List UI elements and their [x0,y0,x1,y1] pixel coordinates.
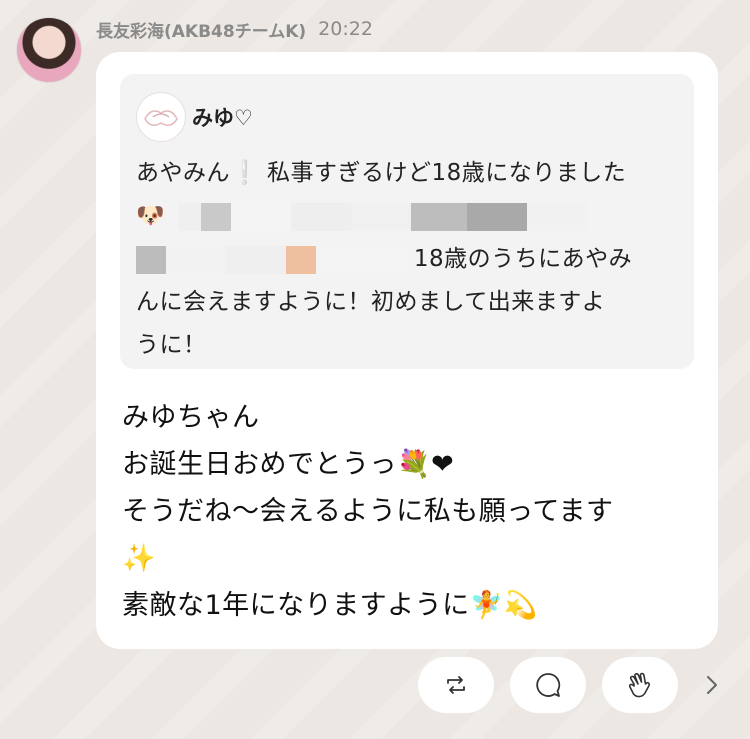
reply-line: そうだね〜会えるように私も願ってます [122,496,614,527]
quoted-line: んに会えますように！初めまして出来ますよ [136,289,606,315]
mosaic-block [230,202,291,231]
quoted-line-redacted: 18歳のうちにあやみ [136,238,684,281]
mosaic-block [166,245,226,274]
mosaic-block [200,202,231,231]
repost-button[interactable] [418,657,494,713]
reply-line: お誕生日おめでとうっ💐❤ [122,449,455,480]
comment-icon [536,673,561,697]
reply-line: ✨ [122,543,157,574]
quoted-line-text: 18歳のうちにあやみ [413,246,633,272]
chevron-right-icon [707,676,717,694]
quoted-avatar-image [144,110,178,126]
mosaic-block [286,245,316,274]
reply-text: みゆちゃん お誕生日おめでとうっ💐❤ そうだね〜会えるように私も願ってます ✨ … [122,394,702,629]
mosaic-block [178,202,201,231]
quoted-line-redacted: 🐶 [136,195,684,238]
mosaic-block [136,245,166,274]
mosaic-block [526,202,587,231]
quoted-avatar [136,92,186,142]
quoted-line: あやみん❕ 私事すぎるけど18歳になりました [136,160,627,186]
repost-icon [447,676,465,694]
mosaic-block [290,202,351,231]
timestamp: 20:22 [318,18,373,40]
reply-line: 素敵な1年になりますように🧚💫 [122,590,538,621]
dog-emoji: 🐶 [136,203,166,229]
message-header: 長友彩海(AKB48チームK) 20:22 [96,16,373,42]
quoted-author-name: みゆ♡ [192,106,253,130]
clap-button[interactable] [602,657,678,713]
avatar[interactable] [16,17,82,83]
more-button[interactable] [700,670,724,700]
comment-button[interactable] [510,657,586,713]
sender-name: 長友彩海(AKB48チームK) [96,21,307,42]
mosaic-block [466,202,527,231]
mosaic-block [350,202,411,231]
clap-icon [628,672,651,698]
quoted-text: あやみん❕ 私事すぎるけど18歳になりました 🐶 18歳のうちにあやみ んに会え… [136,152,684,367]
message-bubble: みゆ♡ あやみん❕ 私事すぎるけど18歳になりました 🐶 18歳のうちにあやみ … [96,52,718,649]
mosaic-block [226,245,286,274]
mosaic-block [316,245,406,274]
reply-line: みゆちゃん [122,402,260,433]
quoted-line: うに！ [136,332,207,358]
quoted-message[interactable]: みゆ♡ あやみん❕ 私事すぎるけど18歳になりました 🐶 18歳のうちにあやみ … [120,74,694,369]
mosaic-block [410,202,467,231]
